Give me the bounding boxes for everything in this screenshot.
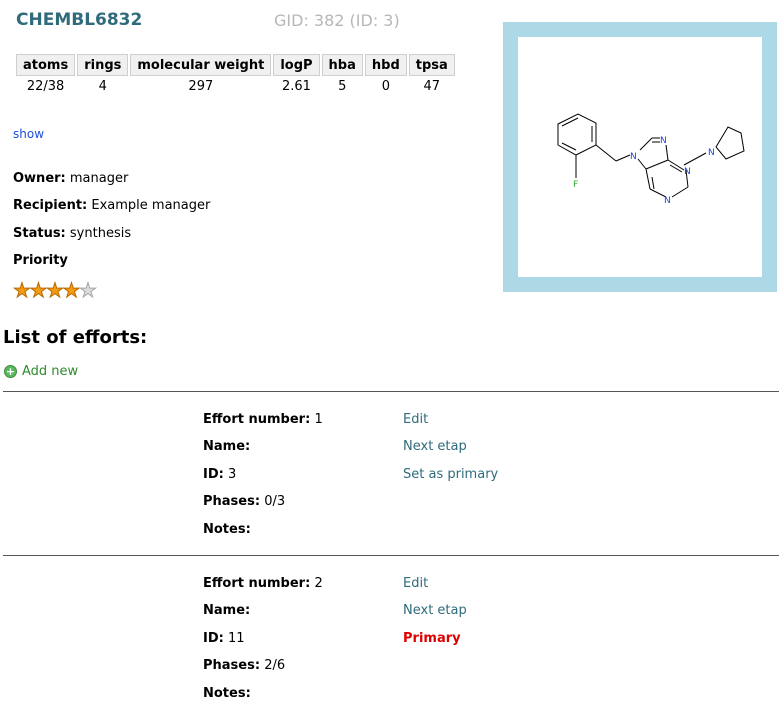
value-atoms: 22/38 xyxy=(26,78,65,94)
effort-name-row: Name: xyxy=(203,603,250,618)
atom-label-n2: N xyxy=(630,152,637,162)
effort-number-row: Effort number: 1 xyxy=(203,412,323,427)
effort-next-etap-link[interactable]: Next etap xyxy=(403,439,467,454)
value-tpsa: 47 xyxy=(423,78,441,94)
effort-id-label: ID: xyxy=(203,467,224,482)
effort-number-label: Effort number: xyxy=(203,412,311,427)
header-molecular-weight: molecular weight xyxy=(130,54,272,76)
effort-name-label: Name: xyxy=(203,603,251,618)
effort-phases-value: 0/3 xyxy=(264,494,286,509)
effort-phases-row: Phases: 0/3 xyxy=(203,494,285,509)
efforts-heading: List of efforts: xyxy=(3,327,148,348)
effort-number-label: Effort number: xyxy=(203,576,311,591)
recipient-value: Example manager xyxy=(91,198,211,213)
value-molecular-weight: 297 xyxy=(188,78,214,94)
atom-label-n5: N xyxy=(708,148,715,158)
header-atoms: atoms xyxy=(16,54,76,76)
atom-label-f: F xyxy=(573,180,578,190)
effort-notes-row: Notes: xyxy=(203,686,251,701)
properties-value-row: 22/38 4 297 2.61 5 0 47 xyxy=(16,76,455,96)
show-link[interactable]: show xyxy=(13,127,44,141)
effort-phases-label: Phases: xyxy=(203,658,261,673)
effort-name-row: Name: xyxy=(203,439,250,454)
atom-label-n3: N xyxy=(684,167,691,177)
effort-notes-row: Notes: xyxy=(203,522,251,537)
star-icon[interactable]: ★ xyxy=(79,280,98,301)
owner-row: Owner: manager xyxy=(13,171,128,186)
add-new-label: Add new xyxy=(22,364,79,379)
priority-row: Priority xyxy=(13,253,68,268)
effort-phases-row: Phases: 2/6 xyxy=(203,658,285,673)
status-label: Status: xyxy=(13,226,66,241)
molecule-image-frame: F N N N N N xyxy=(503,22,777,292)
header-logp: logP xyxy=(273,54,320,76)
value-hbd: 0 xyxy=(381,78,390,94)
properties-table: atoms rings molecular weight logP hba hb… xyxy=(14,54,457,96)
effort-phases-value: 2/6 xyxy=(264,658,286,673)
star-icon[interactable]: ★ xyxy=(29,280,48,301)
effort-edit-link[interactable]: Edit xyxy=(403,412,428,427)
effort-divider-1 xyxy=(3,391,779,392)
add-circle-icon: + xyxy=(4,365,17,378)
owner-value: manager xyxy=(69,171,129,186)
priority-stars[interactable]: ★ ★ ★ ★ ★ xyxy=(13,280,98,301)
star-icon[interactable]: ★ xyxy=(62,280,81,301)
header-hba: hba xyxy=(321,54,363,76)
effort-number-row: Effort number: 2 xyxy=(203,576,323,591)
effort-id-value: 11 xyxy=(227,631,245,646)
atom-label-n1: N xyxy=(660,136,667,146)
compound-title: CHEMBL6832 xyxy=(16,10,143,30)
gid-label: GID: 382 (ID: 3) xyxy=(274,11,400,30)
atom-label-n4: N xyxy=(664,196,671,206)
header-tpsa: tpsa xyxy=(408,54,455,76)
effort-number-value: 1 xyxy=(314,412,323,427)
status-value: synthesis xyxy=(69,226,132,241)
recipient-row: Recipient: Example manager xyxy=(13,198,210,213)
value-logp: 2.61 xyxy=(281,78,311,94)
properties-header-row: atoms rings molecular weight logP hba hb… xyxy=(16,54,455,76)
add-new-button[interactable]: + Add new xyxy=(4,364,78,379)
header-hbd: hbd xyxy=(364,54,407,76)
value-rings: 4 xyxy=(98,78,107,94)
molecule-structure-image: F N N N N N xyxy=(557,113,745,206)
set-as-primary-link[interactable]: Set as primary xyxy=(403,467,498,482)
effort-id-label: ID: xyxy=(203,631,224,646)
effort-divider-2 xyxy=(3,555,779,556)
effort-name-label: Name: xyxy=(203,439,251,454)
owner-label: Owner: xyxy=(13,171,66,186)
recipient-label: Recipient: xyxy=(13,198,88,213)
status-row: Status: synthesis xyxy=(13,226,131,241)
effort-phases-label: Phases: xyxy=(203,494,261,509)
effort-notes-label: Notes: xyxy=(203,522,251,537)
effort-id-row: ID: 3 xyxy=(203,467,236,482)
star-icon[interactable]: ★ xyxy=(46,280,65,301)
effort-notes-label: Notes: xyxy=(203,686,251,701)
header-rings: rings xyxy=(77,54,129,76)
value-hba: 5 xyxy=(338,78,347,94)
star-icon[interactable]: ★ xyxy=(13,280,32,301)
effort-id-value: 3 xyxy=(227,467,237,482)
effort-number-value: 2 xyxy=(314,576,323,591)
primary-status-label: Primary xyxy=(403,631,461,646)
effort-edit-link[interactable]: Edit xyxy=(403,576,428,591)
priority-label: Priority xyxy=(13,253,68,268)
effort-id-row: ID: 11 xyxy=(203,631,245,646)
effort-next-etap-link[interactable]: Next etap xyxy=(403,603,467,618)
